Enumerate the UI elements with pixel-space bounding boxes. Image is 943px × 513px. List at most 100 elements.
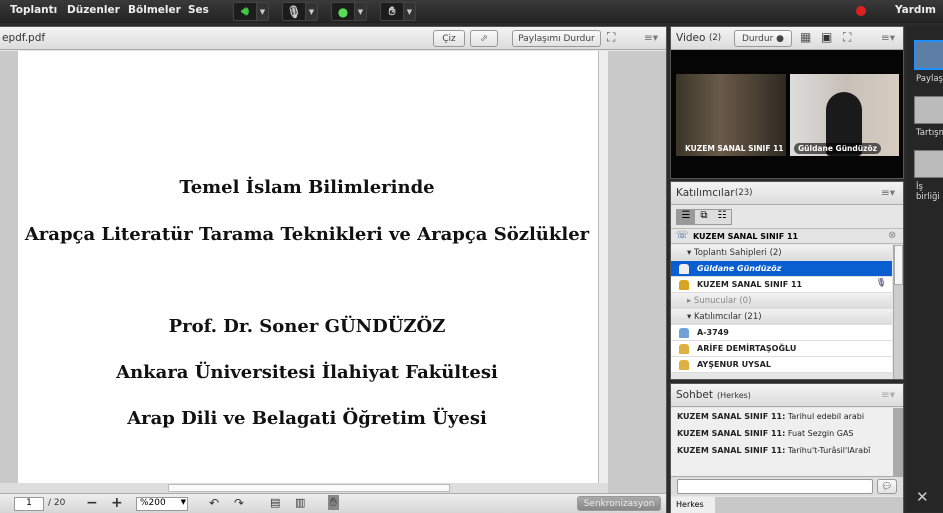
scrollbar-thumb[interactable] [168,484,450,492]
chat-scope: (Herkes) [717,391,751,400]
status-view-icon[interactable]: ☷ [713,210,731,224]
sync-button[interactable]: Senkronizasyon [577,496,661,511]
chat-message: KUZEM SANAL SINIF 11: Fuat Sezgin GAS [677,429,854,438]
page-number-input[interactable]: 1 [14,497,44,511]
chat-scrollbar[interactable] [893,408,903,476]
draw-button[interactable]: Çiz [433,30,465,47]
slide-title-line2: Arapça Literatür Tarama Teknikleri ve Ar… [24,224,590,245]
scrollbar-thumb[interactable] [894,245,903,285]
video-feed-1[interactable]: KUZEM SANAL SINIF 11 [676,74,786,156]
my-name: KUZEM SANAL SINIF 11 [693,232,799,241]
chevron-down-icon[interactable]: ▼ [305,3,317,20]
attendee-row-selected[interactable]: Güldane Gündüzöz [671,261,892,277]
attendee-name: ARİFE DEMİRTAŞOĞLU [697,344,797,353]
stop-sharing-button[interactable]: Paylaşımı Durdur [512,30,601,47]
page-total: / 20 [48,498,66,508]
slide-affiliation: Ankara Üniversitesi İlahiyat Fakültesi [116,362,498,383]
attendee-scrollbar[interactable] [893,245,903,379]
single-page-icon[interactable]: ▤ [270,496,280,509]
share-pod: epdf.pdf Çiz ⬀ Paylaşımı Durdur ⛶ ≡▾ Tem… [0,26,667,513]
video-count: (2) [709,33,722,43]
filmstrip-view-icon[interactable]: ▣ [821,30,832,44]
sender: KUZEM SANAL SINIF 11: [677,412,786,421]
pod-menu-icon[interactable]: ≡▾ [644,32,658,44]
zoom-out-icon[interactable]: − [86,495,98,511]
group-hosts[interactable]: ▾ Toplantı Sahipleri (2) [671,245,892,261]
fullscreen-icon[interactable]: ⛶ [607,30,615,45]
view-toggle-group: ☰ ⧉ ☷ [676,209,732,225]
host-user-icon [679,264,689,274]
rotate-right-icon[interactable]: ↷ [234,496,244,510]
webcam-icon: ● [337,4,349,19]
attendee-row[interactable]: A-3749 [671,325,892,341]
attendee-row[interactable]: ARİFE DEMİRTAŞOĞLU [671,341,892,357]
video-feed-2[interactable]: Güldane Gündüzöz [790,74,899,156]
webcam-button[interactable]: ● ▼ [331,2,367,21]
help-menu[interactable]: Yardım [895,4,936,16]
layout-label: İş birliği [916,182,940,202]
attendee-row[interactable]: KUZEM SANAL SINIF 11 🎙︎ [671,277,892,293]
video-pod: Video (2) Durdur ● ▦ ▣ ⛶ ≡▾ KUZEM SANAL … [670,26,904,179]
sender: KUZEM SANAL SINIF 11: [677,429,786,438]
attendee-name: Güldane Gündüzöz [697,264,782,273]
menu-toplanti[interactable]: Toplantı [10,4,57,16]
clear-status-icon[interactable]: ⊗ [888,230,896,241]
user-icon [679,328,689,338]
pod-menu-icon[interactable]: ≡▾ [881,187,895,199]
group-presenters[interactable]: ▸ Sunucular (0) [671,293,892,309]
slide-author: Prof. Dr. Soner GÜNDÜZÖZ [168,316,446,337]
vertical-scrollbar[interactable] [598,51,608,483]
stop-video-button[interactable]: Durdur ● [734,30,792,47]
message-text: Tarihu't-Turâsil'lArabî [787,446,871,455]
record-indicator-icon[interactable] [856,6,866,16]
fullscreen-icon[interactable]: ⛶ [843,30,851,45]
layout-collaboration[interactable] [914,150,943,178]
two-page-icon[interactable]: ▥ [295,496,305,509]
raise-hand-icon: ✋︎ [388,4,396,18]
chat-tab-everyone[interactable]: Herkes [671,497,715,513]
group-label: Toplantı Sahipleri (2) [693,247,782,258]
grid-view-icon[interactable]: ▦ [800,30,811,44]
slide-position: Arap Dili ve Belagati Öğretim Üyesi [127,408,487,429]
menu-duzenler[interactable]: Düzenler [67,4,120,16]
share-pod-header: epdf.pdf Çiz ⬀ Paylaşımı Durdur ⛶ ≡▾ [0,27,666,50]
message-text: Fuat Sezgin GAS [787,429,854,438]
tools-icon[interactable]: ✕ [916,488,929,506]
attendee-name: AYŞENUR UYSAL [697,360,771,369]
send-button[interactable]: 💬︎ [877,479,897,494]
zoom-in-icon[interactable]: + [111,495,123,511]
raise-hand-button[interactable]: ✋︎ ▼ [380,2,416,21]
chevron-down-icon[interactable]: ▼ [354,3,366,20]
layout-sharing[interactable] [914,40,943,70]
pod-menu-icon[interactable]: ≡▾ [881,32,895,44]
attendee-row[interactable]: AYŞENUR UYSAL [671,357,892,373]
video-pod-header: Video (2) Durdur ● ▦ ▣ ⛶ ≡▾ [671,27,903,50]
video-title: Video [676,32,706,44]
menu-ses[interactable]: Ses [188,4,209,16]
layout-discussion[interactable] [914,96,943,124]
pointer-button[interactable]: ⬀ [470,30,498,47]
chat-tabs: Herkes [671,497,903,513]
speaker-button[interactable]: 🔊︎ ▼ [233,2,269,21]
chevron-down-icon[interactable]: ▼ [256,3,268,20]
zoom-select[interactable]: %200 ▼ [136,497,188,511]
menu-bolmeler[interactable]: Bölmeler [128,4,181,16]
horizontal-scrollbar[interactable] [0,483,608,493]
microphone-button[interactable]: 🎙︎ ▼ [282,2,318,21]
chat-input[interactable] [677,479,873,494]
chevron-down-icon[interactable]: ▼ [403,3,415,20]
list-view-icon[interactable]: ☰ [677,210,695,224]
chat-messages: KUZEM SANAL SINIF 11: Tarihul edebil ara… [671,408,893,476]
attendees-header: Katılımcılar (23) ≡▾ [671,182,903,205]
breakout-view-icon[interactable]: ⧉ [695,210,713,224]
slide-title-line1: Temel İslam Bilimlerinde [179,177,435,198]
group-label: Sunucular (0) [693,295,752,306]
attendees-count: (23) [735,188,753,198]
video-feed-label: KUZEM SANAL SINIF 11 [685,144,784,153]
rotate-left-icon[interactable]: ↶ [209,496,219,510]
sender: KUZEM SANAL SINIF 11: [677,446,786,455]
hand-tool-icon[interactable]: ✋︎ [328,495,339,510]
pod-menu-icon[interactable]: ≡▾ [881,389,895,401]
group-participants[interactable]: ▾ Katılımcılar (21) [671,309,892,325]
speaker-icon: 🔊︎ [241,4,249,18]
